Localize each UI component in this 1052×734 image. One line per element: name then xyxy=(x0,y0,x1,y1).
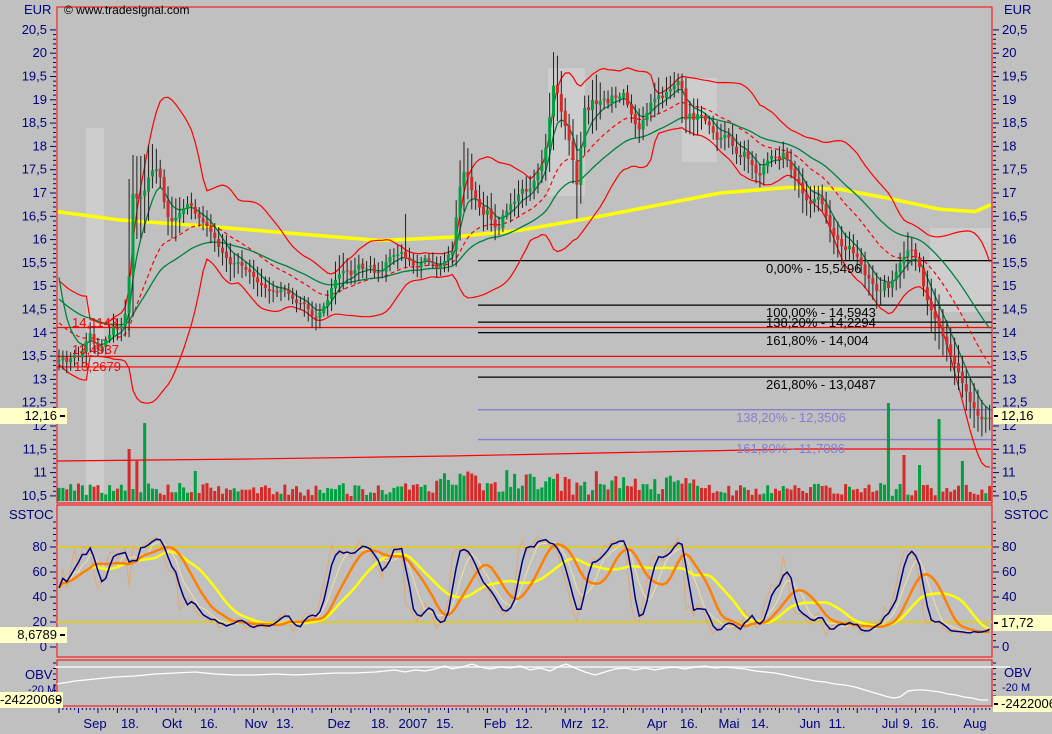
price-axis-label: 18 xyxy=(1002,138,1016,153)
date-label: 9. xyxy=(903,716,914,731)
price-axis-label: 14,5 xyxy=(1002,302,1027,317)
obv-chart-plot[interactable] xyxy=(57,660,992,706)
date-label: Jun xyxy=(800,716,821,731)
price-axis-label: 20,5 xyxy=(1002,22,1027,37)
price-axis-label: 18,5 xyxy=(22,115,47,130)
price-axis-label: 14 xyxy=(33,325,47,340)
price-axis-label: 11,5 xyxy=(23,441,47,456)
date-label: 13. xyxy=(276,716,294,731)
price-axis-label: 13,5 xyxy=(1002,348,1027,363)
currency-label-right: EUR xyxy=(1004,3,1031,16)
sstoc-axis-label: 60 xyxy=(1002,564,1016,579)
date-label: 11. xyxy=(828,716,845,731)
price-axis-label: 15 xyxy=(33,278,47,293)
main-chart-plot[interactable] xyxy=(57,7,992,503)
sstoc-axis-label: 40 xyxy=(1002,589,1016,604)
date-label: 2007 xyxy=(399,716,428,731)
price-axis-label: 17 xyxy=(1002,185,1016,200)
chart-canvas[interactable]: 10,510,5111111,511,5121212,512,5131313,5… xyxy=(0,0,1052,734)
date-label: Sep xyxy=(83,716,106,731)
price-axis-label: 19,5 xyxy=(22,69,47,84)
date-label: Mai xyxy=(719,716,740,731)
sstoc-panel-title-left: SSTOC xyxy=(9,508,54,521)
sstoc-secondary-value-box: 8,6789 xyxy=(0,627,67,643)
price-axis-label: 13,5 xyxy=(22,348,47,363)
price-axis-label: 16 xyxy=(33,232,47,247)
currency-label-left: EUR xyxy=(24,3,51,16)
price-axis-label: 15 xyxy=(1002,278,1016,293)
date-axis: Sep 18. Okt 16. Nov 13. Dez 18. 2007 15. Feb 12. Mrz… xyxy=(59,708,990,731)
date-label: Aug xyxy=(963,716,986,731)
date-label: 16. xyxy=(921,716,939,731)
trading-chart-window: 10,510,5111111,511,5121212,512,5131313,5… xyxy=(0,0,1052,734)
copyright-watermark: © www.tradesignal.com xyxy=(64,4,190,17)
date-label: 12. xyxy=(591,716,609,731)
date-label: Jul xyxy=(882,716,899,731)
date-label: 18. xyxy=(121,716,139,731)
obv-current-value-box-right: -24220069 xyxy=(993,696,1052,712)
date-label: 18. xyxy=(371,716,389,731)
sstoc-chart-plot[interactable] xyxy=(57,505,992,657)
price-axis-label: 17,5 xyxy=(1002,162,1027,177)
price-axis-label: 10,5 xyxy=(1002,488,1027,503)
date-label: 16. xyxy=(200,716,218,731)
price-axis-label: 14 xyxy=(1002,325,1016,340)
sstoc-axis-label: 60 xyxy=(33,564,47,579)
price-axis-label: 19,5 xyxy=(1002,69,1027,84)
price-axis-label: 20 xyxy=(33,45,47,60)
current-price-box-right: 12,16 xyxy=(993,408,1052,424)
sstoc-current-value-box: 17,72 xyxy=(993,615,1052,631)
obv-current-value-box-left: -24220069 xyxy=(0,692,63,708)
price-axis-label: 19 xyxy=(33,92,47,107)
price-axis-label: 11 xyxy=(1002,465,1016,480)
price-axis-label: 13 xyxy=(33,371,47,386)
date-label: Okt xyxy=(162,716,183,731)
price-axis-label: 13 xyxy=(1002,371,1016,386)
current-price-box-left: 12,16 xyxy=(0,408,67,424)
price-axis-label: 15,5 xyxy=(22,255,47,270)
obv-panel-title-left: OBV xyxy=(25,668,52,681)
date-label: Dez xyxy=(327,716,350,731)
date-label: 12. xyxy=(515,716,533,731)
sstoc-panel-title-right: SSTOC xyxy=(1004,508,1049,521)
price-axis-label: 15,5 xyxy=(1002,255,1027,270)
date-label: Mrz xyxy=(561,716,583,731)
date-label: 14. xyxy=(751,716,769,731)
price-axis-label: 17,5 xyxy=(22,162,47,177)
price-axis-label: 17 xyxy=(33,185,47,200)
date-label: 16. xyxy=(680,716,698,731)
obv-axis-tick-right: -20 M xyxy=(1002,683,1030,694)
price-axis-label: 18,5 xyxy=(1002,115,1027,130)
price-axis-label: 20,5 xyxy=(22,22,47,37)
price-axis-label: 14,5 xyxy=(22,302,47,317)
price-axis-label: 16,5 xyxy=(22,208,47,223)
sstoc-axis-label: 40 xyxy=(33,589,47,604)
date-label: Nov xyxy=(244,716,268,731)
price-axis-label: 11,5 xyxy=(1002,441,1026,456)
price-axis-label: 16,5 xyxy=(1002,208,1027,223)
price-axis-label: 10,5 xyxy=(22,488,47,503)
date-label: 15. xyxy=(436,716,454,731)
sstoc-axis-label: 0 xyxy=(1002,639,1009,654)
price-axis-label: 18 xyxy=(33,138,47,153)
price-axis-label: 16 xyxy=(1002,232,1016,247)
price-axis-label: 19 xyxy=(1002,92,1016,107)
price-axis-label: 20 xyxy=(1002,45,1016,60)
sstoc-axis-label: 80 xyxy=(1002,539,1016,554)
price-axis-label: 11 xyxy=(34,465,48,480)
sstoc-axis-label: 80 xyxy=(33,539,47,554)
date-label: Apr xyxy=(647,716,668,731)
obv-panel-title-right: OBV xyxy=(1004,666,1031,679)
date-label: Feb xyxy=(484,716,506,731)
